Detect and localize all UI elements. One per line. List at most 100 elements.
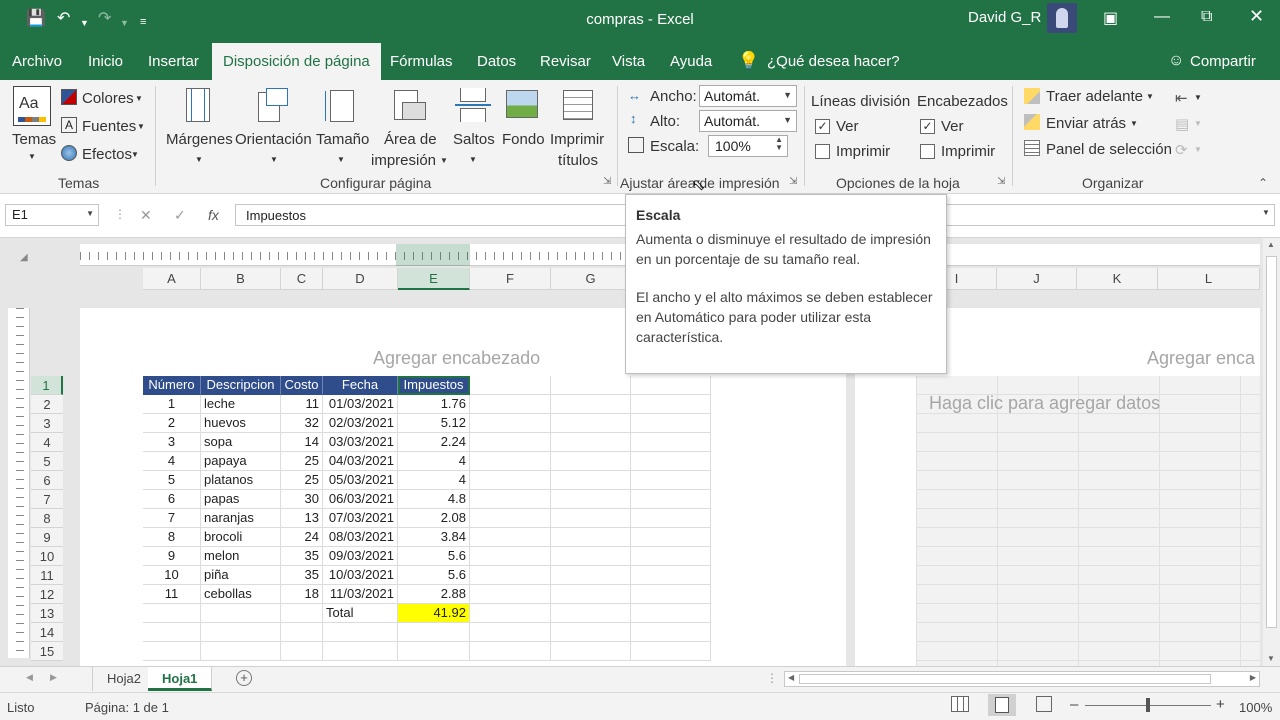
table-cell[interactable]: leche — [201, 395, 281, 414]
table-cell[interactable] — [631, 490, 711, 509]
row-header[interactable]: 9 — [31, 528, 63, 547]
table-cell[interactable] — [551, 509, 631, 528]
table-cell[interactable]: 10 — [143, 566, 201, 585]
table-cell[interactable] — [551, 433, 631, 452]
table-cell[interactable] — [323, 642, 398, 661]
sheet-tab-hoja1[interactable]: Hoja1 — [148, 667, 213, 691]
table-cell[interactable]: 11/03/2021 — [323, 585, 398, 604]
table-cell[interactable] — [631, 642, 711, 661]
empty-page-grid[interactable] — [916, 376, 1260, 666]
table-cell[interactable]: 35 — [281, 547, 323, 566]
table-cell[interactable] — [201, 642, 281, 661]
row-header[interactable]: 1 — [31, 376, 63, 395]
table-cell[interactable]: 8 — [143, 528, 201, 547]
table-cell[interactable]: 08/03/2021 — [323, 528, 398, 547]
table-cell[interactable] — [551, 452, 631, 471]
table-cell[interactable]: 1.76 — [398, 395, 470, 414]
table-cell[interactable]: 2.88 — [398, 585, 470, 604]
table-cell[interactable] — [631, 376, 711, 395]
row-header[interactable]: 2 — [31, 395, 63, 414]
dialog-launcher-icon[interactable]: ⇲ — [603, 176, 611, 187]
add-header-placeholder-right[interactable]: Agregar enca — [1147, 348, 1255, 369]
ribbon-display-icon[interactable]: ▣ — [1103, 8, 1118, 28]
table-cell[interactable]: 3.84 — [398, 528, 470, 547]
avatar[interactable] — [1047, 3, 1077, 33]
share-button[interactable]: Compartir — [1190, 53, 1256, 70]
total-label[interactable]: Total — [323, 604, 398, 623]
table-cell[interactable] — [470, 414, 551, 433]
scroll-right-icon[interactable]: ▶ — [1250, 673, 1256, 682]
table-cell[interactable]: 4 — [398, 471, 470, 490]
tab-ayuda[interactable]: Ayuda — [670, 53, 712, 70]
table-cell[interactable] — [470, 395, 551, 414]
table-cell[interactable]: 10/03/2021 — [323, 566, 398, 585]
table-cell[interactable] — [551, 414, 631, 433]
table-header-cell[interactable]: Costo — [281, 376, 323, 395]
encabezados-ver-checkbox[interactable]: ✓ — [920, 119, 935, 134]
tab-archivo[interactable]: Archivo — [12, 53, 62, 70]
column-header[interactable]: C — [281, 268, 323, 290]
column-header[interactable]: D — [323, 268, 398, 290]
table-cell[interactable]: 11 — [281, 395, 323, 414]
spin-up-icon[interactable]: ▲ ▼ — [775, 136, 783, 152]
scroll-up-icon[interactable]: ▲ — [1267, 240, 1275, 249]
split-handle-icon[interactable]: ⋮ — [766, 671, 778, 685]
tab-datos[interactable]: Datos — [477, 53, 516, 70]
table-cell[interactable]: 4 — [398, 452, 470, 471]
add-sheet-icon[interactable]: + — [236, 670, 252, 686]
table-cell[interactable]: papaya — [201, 452, 281, 471]
table-cell[interactable] — [470, 528, 551, 547]
close-icon[interactable]: ✕ — [1249, 6, 1264, 27]
table-cell[interactable]: 13 — [281, 509, 323, 528]
table-cell[interactable]: 06/03/2021 — [323, 490, 398, 509]
table-cell[interactable]: 03/03/2021 — [323, 433, 398, 452]
tell-me-search[interactable]: ¿Qué desea hacer? — [767, 53, 900, 70]
table-cell[interactable] — [281, 604, 323, 623]
table-cell[interactable]: 4.8 — [398, 490, 470, 509]
table-cell[interactable] — [631, 604, 711, 623]
row-header[interactable]: 6 — [31, 471, 63, 490]
page-break-view-icon[interactable] — [1036, 696, 1052, 712]
table-cell[interactable] — [201, 623, 281, 642]
table-cell[interactable]: 1 — [143, 395, 201, 414]
table-cell[interactable] — [631, 566, 711, 585]
column-header[interactable]: G — [551, 268, 631, 290]
table-cell[interactable]: 5 — [143, 471, 201, 490]
table-cell[interactable]: 24 — [281, 528, 323, 547]
table-cell[interactable] — [470, 433, 551, 452]
zoom-out-icon[interactable]: – — [1070, 696, 1078, 713]
row-header[interactable]: 8 — [31, 509, 63, 528]
table-cell[interactable] — [631, 509, 711, 528]
zoom-slider-thumb[interactable] — [1146, 698, 1150, 712]
table-cell[interactable] — [143, 604, 201, 623]
table-cell[interactable] — [551, 623, 631, 642]
column-header[interactable]: J — [997, 268, 1077, 290]
table-cell[interactable]: papas — [201, 490, 281, 509]
dialog-launcher-icon[interactable]: ⇲ — [789, 176, 797, 187]
zoom-in-icon[interactable]: + — [1216, 696, 1225, 713]
table-cell[interactable]: 4 — [143, 452, 201, 471]
table-cell[interactable]: 2.08 — [398, 509, 470, 528]
expand-formula-icon[interactable]: ▼ — [1262, 208, 1270, 217]
column-header[interactable]: K — [1077, 268, 1158, 290]
table-cell[interactable] — [631, 471, 711, 490]
table-cell[interactable] — [551, 642, 631, 661]
table-cell[interactable]: 04/03/2021 — [323, 452, 398, 471]
page-layout-view-button[interactable] — [988, 694, 1016, 716]
column-header[interactable]: B — [201, 268, 281, 290]
scroll-down-icon[interactable]: ▼ — [1267, 654, 1275, 663]
enter-icon[interactable]: ✓ — [174, 207, 186, 224]
tab-insertar[interactable]: Insertar — [148, 53, 199, 70]
tab-formulas[interactable]: Fórmulas — [390, 53, 453, 70]
row-header[interactable]: 11 — [31, 566, 63, 585]
table-cell[interactable]: brocoli — [201, 528, 281, 547]
table-cell[interactable]: 6 — [143, 490, 201, 509]
name-box[interactable]: E1 ▼ — [5, 204, 99, 226]
cancel-icon[interactable]: ✕ — [140, 207, 152, 224]
table-header-cell[interactable]: Fecha — [323, 376, 398, 395]
table-cell[interactable]: 3 — [143, 433, 201, 452]
table-cell[interactable]: 30 — [281, 490, 323, 509]
normal-view-icon[interactable] — [951, 696, 969, 712]
table-cell[interactable]: 35 — [281, 566, 323, 585]
table-cell[interactable]: 7 — [143, 509, 201, 528]
